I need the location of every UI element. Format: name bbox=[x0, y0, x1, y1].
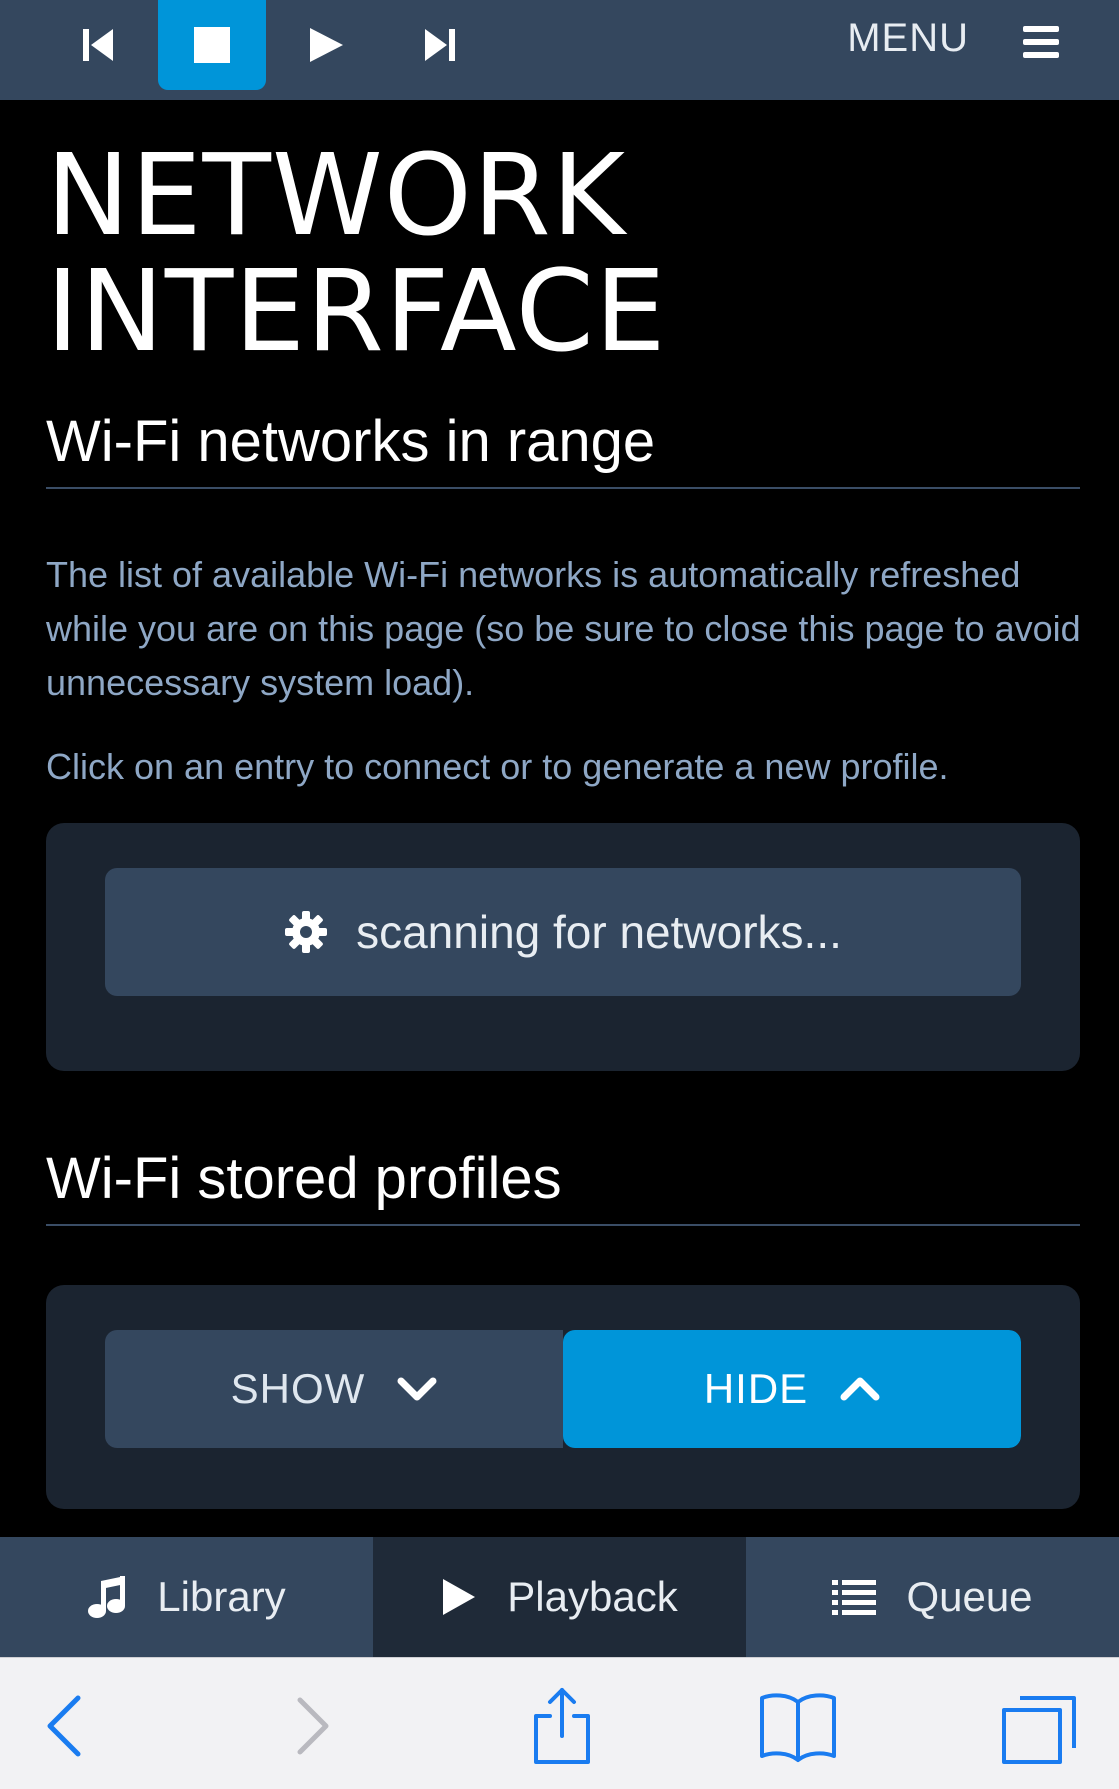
wifi-range-heading: Wi-Fi networks in range bbox=[46, 408, 1080, 489]
previous-button[interactable] bbox=[44, 0, 152, 90]
page-title-line2: INTERFACE bbox=[46, 247, 667, 377]
playback-toolbar: MENU bbox=[0, 0, 1119, 100]
tabs-icon[interactable] bbox=[998, 1686, 1078, 1766]
hide-label: HIDE bbox=[703, 1365, 809, 1412]
play-button[interactable] bbox=[272, 0, 380, 90]
app-page: MENU NETWORK INTERFACE Wi-Fi networks in… bbox=[0, 0, 1119, 1789]
scanning-label: scanning for networks... bbox=[356, 906, 842, 958]
tab-queue[interactable]: Queue bbox=[746, 1537, 1119, 1657]
play-icon bbox=[310, 28, 343, 62]
tab-library[interactable]: Library bbox=[0, 1537, 373, 1657]
hide-button[interactable]: HIDE bbox=[563, 1330, 1021, 1448]
play-icon bbox=[443, 1579, 476, 1615]
gear-icon bbox=[285, 911, 328, 953]
skip-back-icon bbox=[83, 29, 113, 61]
chevron-down-icon bbox=[397, 1377, 437, 1401]
wifi-range-hint: Click on an entry to connect or to gener… bbox=[46, 746, 949, 787]
show-hide-toggle: SHOW HIDE bbox=[105, 1330, 1021, 1448]
show-button[interactable]: SHOW bbox=[105, 1330, 563, 1448]
tab-queue-label: Queue bbox=[906, 1573, 1033, 1620]
music-note-icon bbox=[88, 1576, 126, 1618]
hamburger-icon[interactable] bbox=[1021, 24, 1061, 60]
stop-button[interactable] bbox=[158, 0, 266, 90]
tab-playback[interactable]: Playback bbox=[373, 1537, 746, 1657]
wifi-profiles-heading: Wi-Fi stored profiles bbox=[46, 1145, 1080, 1226]
page-title-line1: NETWORK bbox=[46, 131, 627, 261]
skip-forward-icon bbox=[425, 29, 455, 61]
chevron-up-icon bbox=[840, 1377, 880, 1401]
tab-library-label: Library bbox=[157, 1573, 286, 1620]
next-button[interactable] bbox=[386, 0, 494, 90]
browser-toolbar bbox=[0, 1657, 1119, 1789]
menu-label[interactable]: MENU bbox=[847, 16, 969, 61]
tab-playback-label: Playback bbox=[507, 1573, 678, 1620]
share-icon[interactable] bbox=[522, 1686, 602, 1766]
show-label: SHOW bbox=[230, 1365, 366, 1412]
bookmarks-icon[interactable] bbox=[758, 1686, 838, 1766]
wifi-profiles-panel: SHOW HIDE bbox=[46, 1285, 1080, 1509]
wifi-range-info: The list of available Wi-Fi networks is … bbox=[46, 554, 1081, 703]
stop-icon bbox=[194, 27, 230, 63]
back-icon[interactable] bbox=[24, 1686, 104, 1766]
list-icon bbox=[832, 1580, 877, 1615]
wifi-networks-panel: scanning for networks... bbox=[46, 823, 1080, 1071]
bottom-tab-bar: Library Playback Queue bbox=[0, 1537, 1119, 1657]
forward-icon[interactable] bbox=[270, 1686, 350, 1766]
page-title: NETWORK INTERFACE bbox=[46, 138, 667, 370]
scanning-button[interactable]: scanning for networks... bbox=[105, 868, 1021, 996]
